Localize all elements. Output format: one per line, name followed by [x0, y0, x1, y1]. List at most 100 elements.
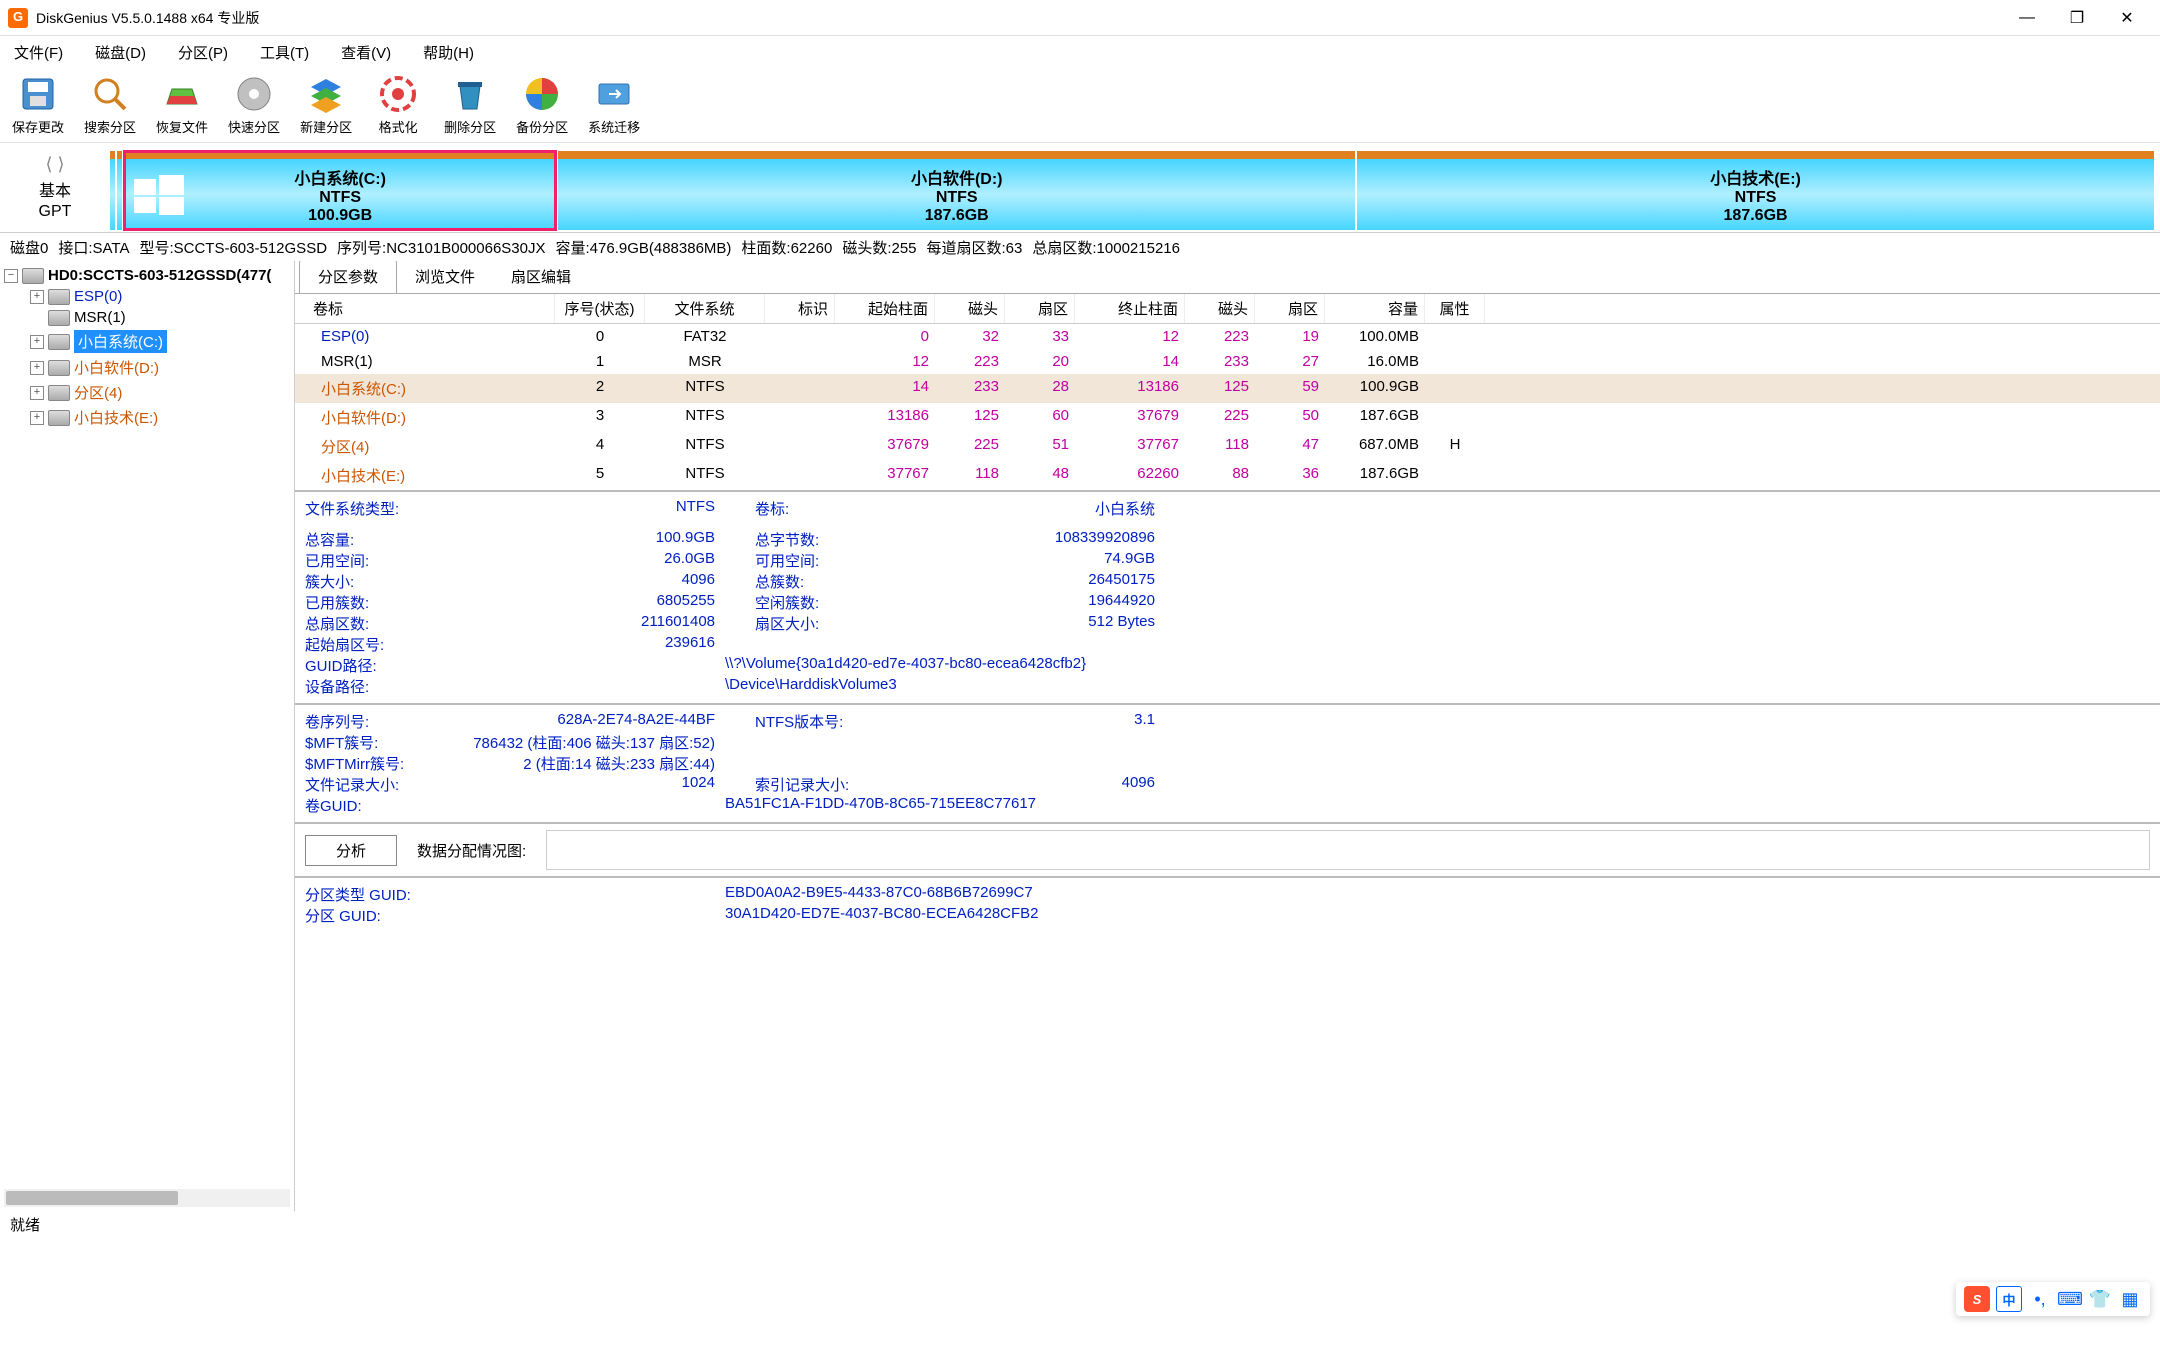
ime-toolbox-icon[interactable]: ▦ — [2118, 1287, 2142, 1311]
allocation-chart — [546, 830, 2150, 870]
tree-item-label: 小白系统(C:) — [74, 330, 167, 353]
detail-row: $MFTMirr簇号:2 (柱面:14 磁头:233 扇区:44) — [305, 753, 2150, 774]
grid-row[interactable]: 小白系统(C:)2NTFS14233281318612559100.9GB — [295, 374, 2160, 403]
minimize-button[interactable]: — — [2002, 0, 2052, 36]
detail-row: 已用空间:26.0GB可用空间:74.9GB — [305, 550, 2150, 571]
tree-item[interactable]: + 小白系统(C:) — [4, 328, 290, 355]
toolbar-search-partition[interactable]: 搜索分区 — [80, 70, 140, 140]
analyze-row: 分析 数据分配情况图: — [295, 822, 2160, 876]
ime-skin-icon[interactable]: 👕 — [2088, 1287, 2112, 1311]
detail-row: 文件系统类型:NTFS卷标:小白系统 — [305, 498, 2150, 519]
grid-row[interactable]: 分区(4)4NTFS37679225513776711847687.0MBH — [295, 432, 2160, 461]
tree-root[interactable]: − HD0:SCCTS-603-512GSSD(477( — [4, 265, 290, 286]
tree-item-label: 分区(4) — [74, 382, 122, 403]
tree-scrollbar[interactable] — [4, 1189, 290, 1207]
menu-tools[interactable]: 工具(T) — [254, 38, 315, 67]
toolbar-quick-partition[interactable]: 快速分区 — [224, 70, 284, 140]
tabs: 分区参数 浏览文件 扇区编辑 — [295, 261, 2160, 293]
toolbar-system-migrate[interactable]: 系统迁移 — [584, 70, 644, 140]
toolbar: 保存更改 搜索分区 恢复文件 快速分区 新建分区 格式化 删除分区 备份分区 系… — [0, 68, 2160, 143]
toolbar-backup-partition[interactable]: 备份分区 — [512, 70, 572, 140]
disk-map: ⟨ ⟩ 基本 GPT 小白系统(C:)NTFS100.9GB小白软件(D:)NT… — [0, 143, 2160, 233]
grid-row[interactable]: MSR(1)1MSR1222320142332716.0MB — [295, 349, 2160, 374]
tree-item[interactable]: + 分区(4) — [4, 380, 290, 405]
nav-arrows-icon[interactable]: ⟨ ⟩ — [45, 154, 64, 175]
windows-logo-icon — [134, 175, 184, 215]
detail-row: 卷GUID:BA51FC1A-F1DD-470B-8C65-715EE8C776… — [305, 795, 2150, 816]
ime-punct-icon[interactable]: •, — [2028, 1287, 2052, 1311]
disc-icon — [234, 74, 274, 114]
menu-view[interactable]: 查看(V) — [335, 38, 397, 67]
analyze-button[interactable]: 分析 — [305, 835, 397, 866]
app-logo-icon — [8, 8, 28, 28]
expand-icon[interactable]: + — [30, 411, 44, 425]
ime-lang-button[interactable]: 中 — [1996, 1286, 2022, 1312]
toolbar-recover-files[interactable]: 恢复文件 — [152, 70, 212, 140]
toolbar-new-partition[interactable]: 新建分区 — [296, 70, 356, 140]
menu-disk[interactable]: 磁盘(D) — [89, 38, 152, 67]
partition-icon — [48, 289, 70, 305]
detail-row: GUID路径:\\?\Volume{30a1d420-ed7e-4037-bc8… — [305, 655, 2150, 676]
partition-icon — [48, 385, 70, 401]
detail-row: 簇大小:4096总簇数:26450175 — [305, 571, 2150, 592]
tree-item-label: 小白技术(E:) — [74, 407, 158, 428]
partition-slice[interactable]: 小白软件(D:)NTFS187.6GB — [558, 151, 1355, 230]
partition-slice-small[interactable] — [117, 151, 122, 230]
disk-icon — [22, 268, 44, 284]
partition-icon — [48, 410, 70, 426]
tree-item[interactable]: +MSR(1) — [4, 307, 290, 328]
tree-item[interactable]: +ESP(0) — [4, 286, 290, 307]
disk-type-indicator: ⟨ ⟩ 基本 GPT — [0, 143, 110, 232]
menubar: 文件(F) 磁盘(D) 分区(P) 工具(T) 查看(V) 帮助(H) — [0, 36, 2160, 68]
partition-slice-small[interactable] — [110, 151, 115, 230]
collapse-icon[interactable]: − — [4, 269, 18, 283]
grid-row[interactable]: 小白技术(E:)5NTFS3776711848622608836187.6GB — [295, 461, 2160, 490]
tree-item-label: MSR(1) — [74, 309, 126, 326]
ime-logo-icon: S — [1964, 1286, 1990, 1312]
layers-icon — [306, 74, 346, 114]
tree-item[interactable]: + 小白软件(D:) — [4, 355, 290, 380]
toolbar-format[interactable]: 格式化 — [368, 70, 428, 140]
tab-sector-edit[interactable]: 扇区编辑 — [493, 261, 589, 293]
migrate-icon — [594, 74, 634, 114]
toolbar-save-changes[interactable]: 保存更改 — [8, 70, 68, 140]
partition-icon — [48, 310, 70, 326]
menu-help[interactable]: 帮助(H) — [417, 38, 480, 67]
menu-partition[interactable]: 分区(P) — [172, 38, 234, 67]
detail-row: 起始扇区号:239616 — [305, 634, 2150, 655]
format-icon — [378, 74, 418, 114]
tab-partition-params[interactable]: 分区参数 — [299, 261, 397, 293]
expand-icon[interactable]: + — [30, 335, 44, 349]
grid-header: 卷标 序号(状态) 文件系统 标识 起始柱面 磁头 扇区 终止柱面 磁头 扇区 … — [295, 294, 2160, 324]
detail-row: 分区类型 GUID:EBD0A0A2-B9E5-4433-87C0-68B6B7… — [305, 884, 2150, 905]
partition-slice[interactable]: 小白系统(C:)NTFS100.9GB — [124, 151, 556, 230]
detail-row: 设备路径:\Device\HarddiskVolume3 — [305, 676, 2150, 697]
detail-row: 总扇区数:211601408扇区大小:512 Bytes — [305, 613, 2150, 634]
trash-icon — [450, 74, 490, 114]
disk-summary-line: 磁盘0 接口:SATA 型号:SCCTS-603-512GSSD 序列号:NC3… — [0, 233, 2160, 261]
tree-item-label: 小白软件(D:) — [74, 357, 159, 378]
maximize-button[interactable]: ❐ — [2052, 0, 2102, 36]
grid-row[interactable]: ESP(0)0FAT32032331222319100.0MB — [295, 324, 2160, 349]
close-button[interactable]: ✕ — [2102, 0, 2152, 36]
detail-row: 卷序列号:628A-2E74-8A2E-44BFNTFS版本号:3.1 — [305, 711, 2150, 732]
expand-icon[interactable]: + — [30, 290, 44, 304]
partition-slice[interactable]: 小白技术(E:)NTFS187.6GB — [1357, 151, 2154, 230]
partition-icon — [48, 334, 70, 350]
ime-toolbar[interactable]: S 中 •, ⌨ 👕 ▦ — [1956, 1282, 2150, 1316]
grid-row[interactable]: 小白软件(D:)3NTFS13186125603767922550187.6GB — [295, 403, 2160, 432]
partition-details: 文件系统类型:NTFS卷标:小白系统总容量:100.9GB总字节数:108339… — [295, 490, 2160, 1211]
ime-keyboard-icon[interactable]: ⌨ — [2058, 1287, 2082, 1311]
expand-icon[interactable]: + — [30, 386, 44, 400]
detail-row: 已用簇数:6805255空闲簇数:19644920 — [305, 592, 2150, 613]
tree-item[interactable]: + 小白技术(E:) — [4, 405, 290, 430]
detail-row: $MFT簇号:786432 (柱面:406 磁头:137 扇区:52) — [305, 732, 2150, 753]
recover-icon — [162, 74, 202, 114]
menu-file[interactable]: 文件(F) — [8, 38, 69, 67]
toolbar-delete-partition[interactable]: 删除分区 — [440, 70, 500, 140]
pie-icon — [522, 74, 562, 114]
detail-row: 文件记录大小:1024索引记录大小:4096 — [305, 774, 2150, 795]
magnifier-icon — [90, 74, 130, 114]
expand-icon[interactable]: + — [30, 361, 44, 375]
tab-browse-files[interactable]: 浏览文件 — [397, 261, 493, 293]
